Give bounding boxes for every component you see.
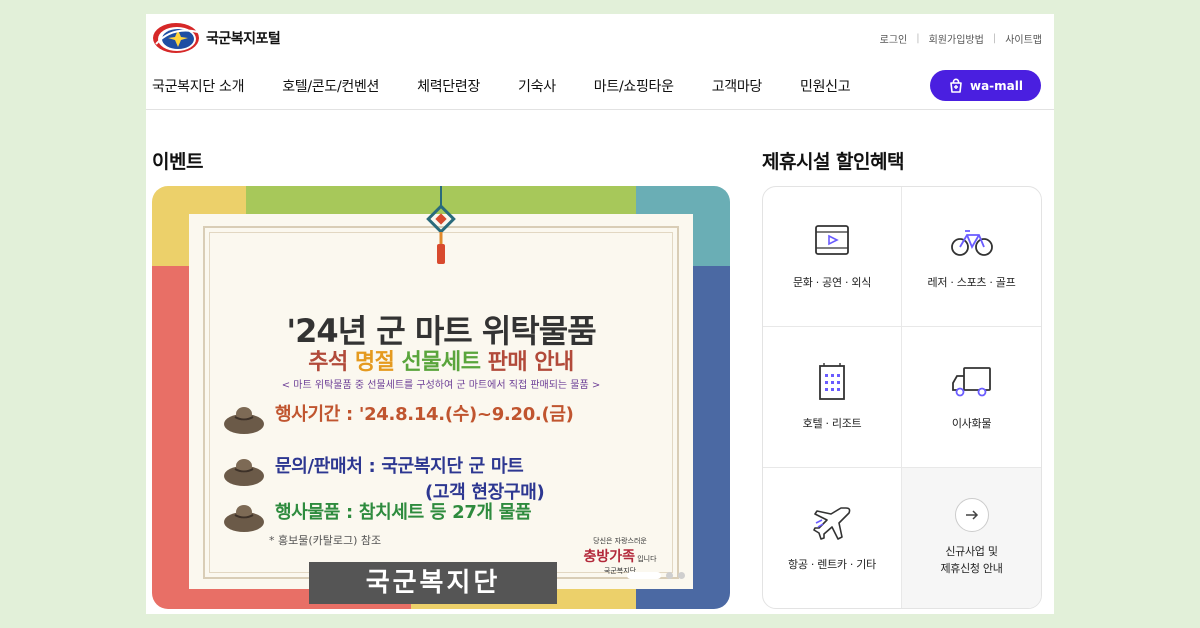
site-logo[interactable]: 국군복지포털 xyxy=(152,22,281,54)
arrow-right-icon xyxy=(954,498,989,533)
building-icon xyxy=(819,362,845,400)
poster-items: 행사물품 : 참치세트 등 27개 물품 xyxy=(275,502,532,523)
logo-text: 국군복지포털 xyxy=(206,31,281,47)
carousel-dot[interactable] xyxy=(627,572,661,579)
partner-culture[interactable]: 문화 · 공연 · 외식 xyxy=(763,187,902,328)
utility-links: 로그인 | 회원가입방법 | 사이트맵 xyxy=(880,31,1042,46)
shopping-bag-icon xyxy=(950,78,962,93)
nav-item-hotel[interactable]: 호텔/콘도/컨벤션 xyxy=(282,76,379,96)
partner-label: 신규사업 및 제휴신청 안내 xyxy=(940,544,1002,577)
partner-label: 호텔 · 리조트 xyxy=(802,416,862,430)
main-nav: 국군복지단 소개 호텔/콘도/컨벤션 체력단련장 기숙사 마트/쇼핑타운 고객마… xyxy=(152,76,888,96)
korean-knot-icon xyxy=(426,186,456,264)
carousel-dot[interactable] xyxy=(678,572,685,579)
poster-sign-top: 당신은 자랑스러운 xyxy=(593,537,647,545)
poster-subline-word: 판매 안내 xyxy=(487,350,575,375)
poster-subline-word: 추석 xyxy=(308,350,348,375)
poster-reference: * 홍보물(카탈로그) 참조 xyxy=(269,534,382,547)
divider: | xyxy=(916,33,920,44)
poster-footer-box: 국군복지단 xyxy=(309,562,557,604)
sitemap-link[interactable]: 사이트맵 xyxy=(1005,31,1042,46)
poster-subline-word: 명절 xyxy=(354,350,395,375)
video-icon xyxy=(815,225,849,256)
poster-sign-brand: 충방가족 xyxy=(583,549,635,565)
partner-moving[interactable]: 이사화물 xyxy=(902,327,1041,468)
nav-item-about[interactable]: 국군복지단 소개 xyxy=(152,76,245,96)
poster-contact-main: 문의/판매처 : 국군복지단 군 마트 xyxy=(275,456,524,477)
bicycle-icon xyxy=(950,230,993,257)
poster-subline-word: 선물세트 xyxy=(401,350,481,375)
poster-sign-tail: 입니다 xyxy=(637,555,657,563)
gift-sack-icon xyxy=(224,459,264,486)
truck-icon xyxy=(951,366,991,397)
page: 국군복지포털 로그인 | 회원가입방법 | 사이트맵 국군복지단 소개 호텔/콘… xyxy=(146,14,1054,614)
carousel-dot[interactable] xyxy=(666,572,673,579)
nav-item-complaint[interactable]: 민원신고 xyxy=(800,76,851,96)
partner-label-line: 신규사업 및 xyxy=(945,545,998,559)
event-poster: '24년 군 마트 위탁물품 추석 명절 선물세트 판매 안내 < 마트 위탁물… xyxy=(189,186,693,604)
airplane-icon xyxy=(813,506,851,540)
partner-label: 항공 · 렌트카 · 기타 xyxy=(788,557,876,571)
poster-note: < 마트 위탁물품 중 선물세트를 구성하여 군 마트에서 직접 판매되는 물품… xyxy=(281,380,601,391)
poster-signature: 당신은 자랑스러운 충방가족 입니다 국군복지단 xyxy=(561,536,679,576)
poster-period-row: 행사기간 : '24.8.14.(수)~9.20.(금) xyxy=(221,400,574,434)
poster-items-row: 행사물품 : 참치세트 등 27개 물품 xyxy=(221,498,532,532)
event-section-title: 이벤트 xyxy=(152,151,203,173)
divider: | xyxy=(992,33,997,44)
partners-section-title: 제휴시설 할인혜택 xyxy=(762,151,904,173)
logo-emblem-icon xyxy=(153,23,199,53)
poster-subline: 추석 명절 선물세트 판매 안내 xyxy=(189,344,693,376)
nav-item-customer[interactable]: 고객마당 xyxy=(712,76,763,96)
gift-sack-icon xyxy=(224,407,264,434)
partner-label: 이사화물 xyxy=(951,416,992,430)
wa-mall-label: wa-mall xyxy=(970,78,1023,93)
event-banner[interactable]: '24년 군 마트 위탁물품 추석 명절 선물세트 판매 안내 < 마트 위탁물… xyxy=(152,186,730,609)
partner-apply[interactable]: 신규사업 및 제휴신청 안내 xyxy=(902,467,1041,608)
partner-label: 문화 · 공연 · 외식 xyxy=(792,276,872,290)
gift-sack-icon xyxy=(224,505,264,532)
partner-leisure[interactable]: 레저 · 스포츠 · 골프 xyxy=(902,187,1041,328)
partner-label: 레저 · 스포츠 · 골프 xyxy=(927,276,1016,290)
signup-guide-link[interactable]: 회원가입방법 xyxy=(929,31,984,46)
carousel-indicators xyxy=(622,572,685,579)
poster-period: 행사기간 : '24.8.14.(수)~9.20.(금) xyxy=(275,404,574,425)
partner-label-line: 제휴신청 안내 xyxy=(940,561,1003,575)
partner-benefits-grid: 문화 · 공연 · 외식 레저 · 스포츠 · 골프 호텔 · 리조트 이사화물… xyxy=(762,186,1042,609)
nav-item-fitness[interactable]: 체력단련장 xyxy=(417,76,480,96)
wa-mall-button[interactable]: wa-mall xyxy=(930,70,1041,101)
nav-item-mart[interactable]: 마트/쇼핑타운 xyxy=(594,76,674,96)
poster-contact: 문의/판매처 : 국군복지단 군 마트 (고객 현장구매) xyxy=(275,452,545,504)
header-divider xyxy=(146,109,1054,110)
arrow-right-glyph xyxy=(965,510,978,520)
poster-contact-row: 문의/판매처 : 국군복지단 군 마트 (고객 현장구매) xyxy=(221,452,545,504)
partner-hotel[interactable]: 호텔 · 리조트 xyxy=(763,327,902,468)
nav-item-dormitory[interactable]: 기숙사 xyxy=(518,76,556,96)
partner-travel[interactable]: 항공 · 렌트카 · 기타 xyxy=(763,467,902,608)
login-link[interactable]: 로그인 xyxy=(880,31,908,46)
